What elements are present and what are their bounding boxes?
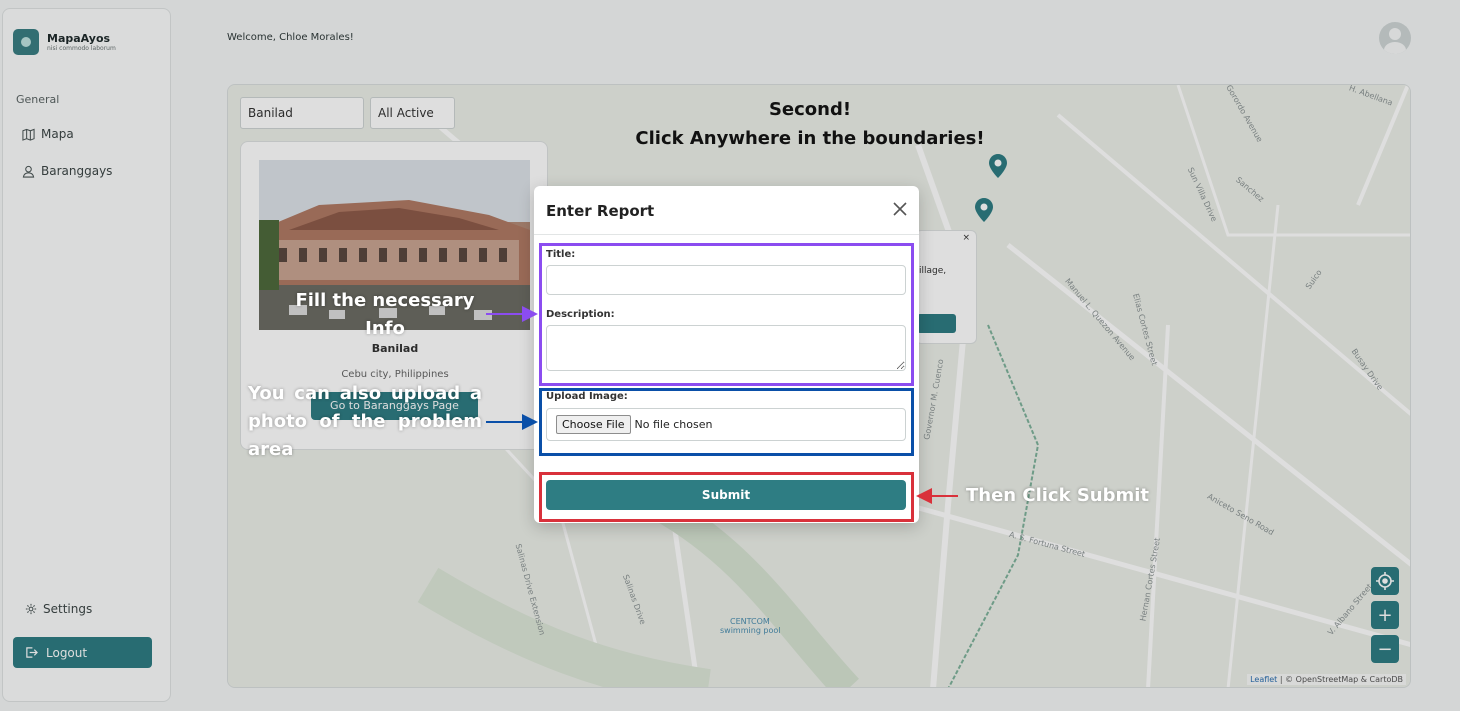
fill-note: Fill the necessary Info [295, 290, 475, 339]
modal-header: Enter Report [534, 186, 919, 235]
step-two-title: Second! [768, 99, 852, 120]
submit-note: Then Click Submit [966, 485, 1150, 506]
close-icon[interactable] [892, 201, 908, 217]
upload-highlight-box [539, 388, 914, 456]
fill-highlight-box [539, 243, 914, 386]
upload-note: You can also upload a photo of the probl… [248, 383, 482, 460]
submit-highlight-box [539, 472, 914, 522]
step-two-heading: Second! Click Anywhere in the boundaries… [630, 95, 990, 153]
step-two-instruction: Click Anywhere in the boundaries! [635, 128, 985, 149]
modal-title: Enter Report [546, 202, 655, 220]
